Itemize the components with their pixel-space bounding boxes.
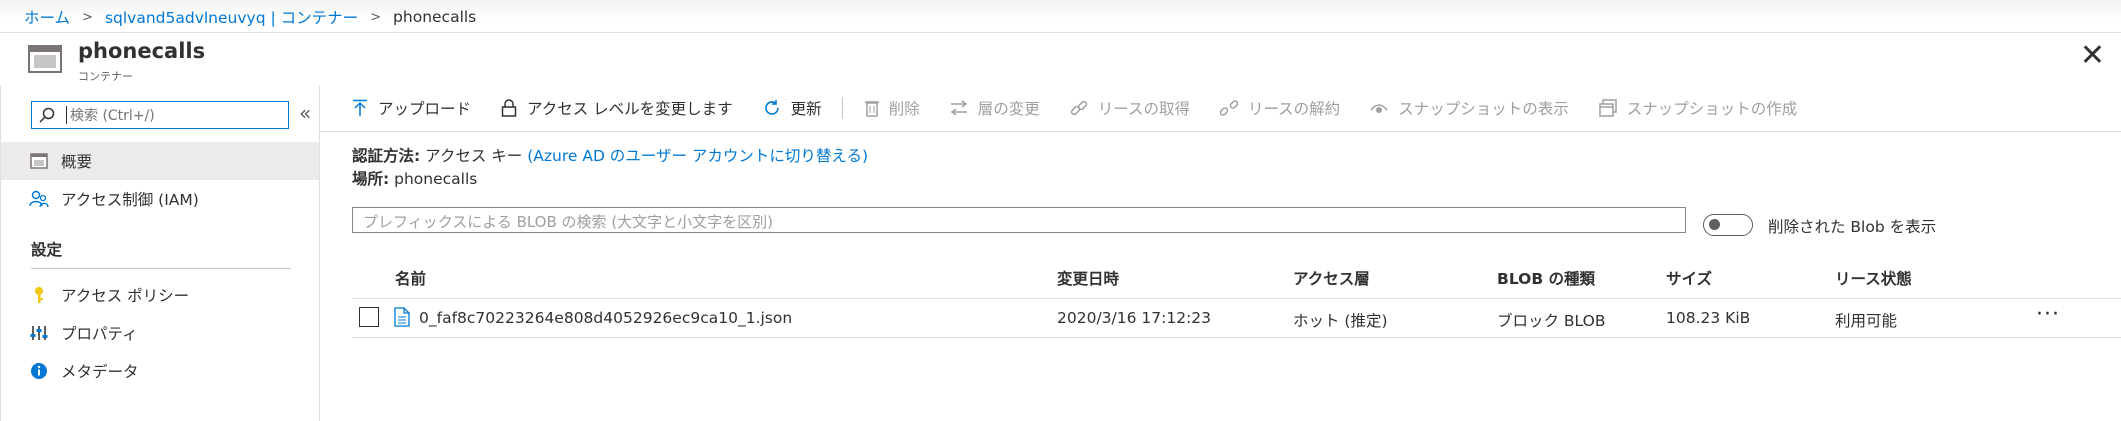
upload-icon <box>352 99 368 117</box>
auth-method-line: 認証方法: アクセス キー (Azure AD のユーザー アカウントに切り替え… <box>352 144 868 166</box>
row-checkbox[interactable] <box>359 307 379 327</box>
broken-link-icon <box>1219 99 1238 117</box>
file-icon <box>394 307 410 327</box>
upload-label: アップロード <box>378 100 472 118</box>
switch-to-azure-ad-link[interactable]: (Azure AD のユーザー アカウントに切り替える) <box>527 147 868 165</box>
change-tier-label: 層の変更 <box>977 100 1040 118</box>
view-snapshots-button[interactable]: スナップショットの表示 <box>1370 97 1569 119</box>
cell-access-tier: ホット (推定) <box>1293 312 1388 330</box>
change-access-level-label: アクセス レベルを変更します <box>527 100 733 118</box>
acquire-lease-label: リースの取得 <box>1097 100 1190 118</box>
sidebar-search[interactable] <box>31 101 289 129</box>
change-tier-button[interactable]: 層の変更 <box>950 97 1040 119</box>
delete-button[interactable]: 削除 <box>864 97 920 119</box>
chevron-right-icon: > <box>370 9 382 25</box>
location-line: 場所: phonecalls <box>352 167 477 189</box>
table-header-divider <box>352 298 2121 299</box>
break-lease-button[interactable]: リースの解約 <box>1219 97 1341 119</box>
trash-icon <box>864 99 879 117</box>
column-header-name[interactable]: 名前 <box>395 267 426 289</box>
sidebar-item-label: メタデータ <box>61 363 139 381</box>
blade-header: phonecalls コンテナー ✕ <box>0 33 2121 83</box>
sidebar-item-label: プロパティ <box>61 325 138 343</box>
break-lease-label: リースの解約 <box>1247 100 1341 118</box>
sidebar-item-iam[interactable]: アクセス制御 (IAM) <box>1 180 319 218</box>
search-input[interactable] <box>68 104 282 128</box>
page-subtitle: コンテナー <box>78 70 133 83</box>
sidebar-item-access-policy[interactable]: アクセス ポリシー <box>1 276 319 314</box>
create-snapshot-button[interactable]: スナップショットの作成 <box>1598 97 1798 119</box>
sidebar-item-label: アクセス ポリシー <box>61 287 190 305</box>
lock-icon <box>501 99 517 117</box>
refresh-icon <box>763 99 781 117</box>
key-icon <box>29 285 49 305</box>
container-icon <box>29 151 49 171</box>
more-options-icon[interactable]: ··· <box>2036 302 2060 327</box>
column-header-blob-type[interactable]: BLOB の種類 <box>1497 267 1595 289</box>
sidebar: « 概要 アクセス制御 (IAM) 設定 <box>0 85 320 421</box>
cell-blob-type: ブロック BLOB <box>1497 312 1606 330</box>
change-access-level-button[interactable]: アクセス レベルを変更します <box>501 97 733 119</box>
show-deleted-blobs-label: 削除された Blob を表示 <box>1768 218 1937 236</box>
search-icon <box>39 107 55 123</box>
command-bar: アップロード アクセス レベルを変更します 更新 削除 層の変更 リースの取得 <box>320 85 2121 132</box>
show-deleted-blobs-toggle[interactable] <box>1703 214 1753 236</box>
chevron-right-icon: > <box>82 9 93 25</box>
cell-modified: 2020/3/16 17:12:23 <box>1057 309 1212 327</box>
eye-icon <box>1370 101 1388 115</box>
refresh-button[interactable]: 更新 <box>763 97 822 119</box>
breadcrumb-current: phonecalls <box>393 8 477 26</box>
location-value: phonecalls <box>394 170 478 188</box>
container-icon <box>28 45 62 73</box>
sidebar-item-label: アクセス制御 (IAM) <box>61 191 199 209</box>
text-caret <box>66 106 67 124</box>
cell-size: 108.23 KiB <box>1666 309 1751 327</box>
breadcrumb: ホーム > sqlvand5advlneuvyq | コンテナー > phone… <box>24 6 476 28</box>
blob-name-link[interactable]: 0_faf8c70223264e808d4052926ec9ca10_1.jso… <box>419 309 792 327</box>
column-header-modified[interactable]: 変更日時 <box>1057 267 1119 289</box>
upload-button[interactable]: アップロード <box>352 97 471 119</box>
top-bar: ホーム > sqlvand5advlneuvyq | コンテナー > phone… <box>0 0 2121 33</box>
properties-icon <box>29 323 49 343</box>
people-icon <box>29 189 49 209</box>
blob-prefix-search-input[interactable]: プレフィックスによる BLOB の検索 (大文字と小文字を区別) <box>352 207 1686 233</box>
sidebar-item-metadata[interactable]: メタデータ <box>1 352 319 390</box>
collapse-sidebar-button[interactable]: « <box>299 101 311 125</box>
location-label: 場所: <box>352 170 390 188</box>
refresh-label: 更新 <box>790 100 822 118</box>
column-header-size[interactable]: サイズ <box>1666 267 1712 289</box>
close-icon[interactable]: ✕ <box>2080 41 2105 71</box>
view-snapshots-label: スナップショットの表示 <box>1398 100 1569 118</box>
column-header-access-tier[interactable]: アクセス層 <box>1293 267 1370 289</box>
toolbar-separator <box>841 97 843 119</box>
column-header-lease-state[interactable]: リース状態 <box>1835 267 1912 289</box>
info-icon <box>29 361 49 381</box>
snapshot-icon <box>1598 99 1617 117</box>
acquire-lease-button[interactable]: リースの取得 <box>1070 97 1190 119</box>
swap-arrows-icon <box>950 100 968 116</box>
sidebar-item-properties[interactable]: プロパティ <box>1 314 319 352</box>
delete-label: 削除 <box>888 100 920 118</box>
link-icon <box>1070 99 1088 117</box>
section-header-settings: 設定 <box>31 241 63 259</box>
sidebar-item-overview[interactable]: 概要 <box>1 142 319 180</box>
sidebar-item-label: 概要 <box>61 153 93 171</box>
breadcrumb-home-link[interactable]: ホーム <box>24 6 70 28</box>
breadcrumb-account-link[interactable]: sqlvand5advlneuvyq | コンテナー <box>105 6 358 28</box>
divider <box>31 268 291 269</box>
auth-method-value: アクセス キー <box>425 147 523 165</box>
cell-lease-state: 利用可能 <box>1835 312 1898 330</box>
create-snapshot-label: スナップショットの作成 <box>1626 100 1798 118</box>
row-divider <box>352 337 2121 338</box>
page-title: phonecalls <box>78 39 206 63</box>
auth-method-label: 認証方法: <box>352 147 421 165</box>
toggle-knob <box>1709 219 1720 230</box>
